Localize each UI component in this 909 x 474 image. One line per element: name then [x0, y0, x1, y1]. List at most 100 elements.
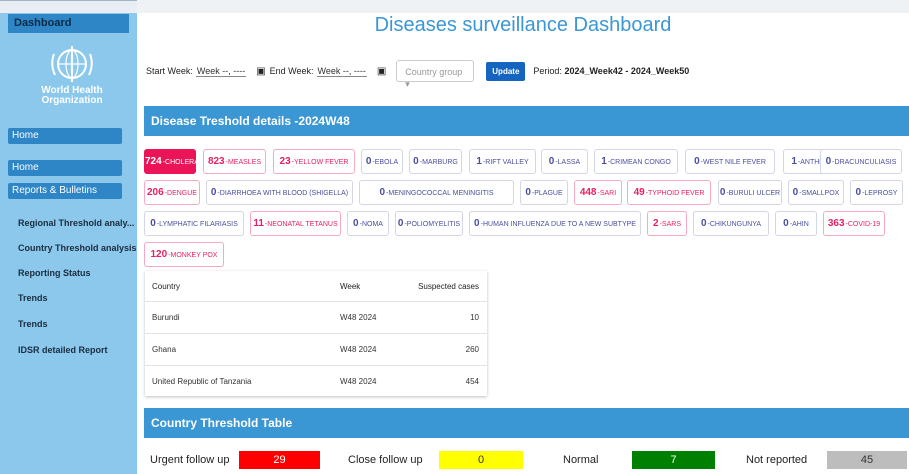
chip-count: 0	[855, 187, 862, 198]
end-week-input[interactable]: Week --, ----	[316, 66, 367, 77]
disease-chip-lymphatic-filariasis[interactable]: 0-LYMPHATIC FILARIASIS	[144, 211, 244, 236]
cell-week: W48 2024	[340, 377, 377, 386]
disease-threshold-header: Disease Treshold details -2024W48	[144, 106, 909, 136]
disease-chip-yellow-fever[interactable]: 23-YELLOW FEVER	[273, 149, 355, 174]
chip-count: 0	[379, 187, 386, 198]
sidebar-item-reporting-status[interactable]: Reporting Status	[18, 268, 91, 278]
chip-label: DIARRHOEA WITH BLOOD (SHIGELLA)	[219, 190, 349, 197]
sidebar-item-trends-2[interactable]: Trends	[18, 319, 48, 329]
period-label: Period:	[533, 66, 562, 76]
disease-chip-monkey-pox[interactable]: 120-MONKEY POX	[144, 242, 224, 267]
normal-count[interactable]: 7	[632, 451, 715, 469]
chip-count: 0	[397, 218, 404, 229]
table-row[interactable]: Ghana W48 2024 260	[145, 334, 487, 366]
chip-count: 0	[548, 156, 555, 167]
disease-chip-plague[interactable]: 0-PLAGUE	[520, 180, 568, 205]
calendar-icon[interactable]: ▣	[377, 66, 386, 77]
chip-label: AHIN	[792, 221, 809, 228]
cell-cases: 454	[465, 377, 479, 386]
chip-label: CRIMEAN CONGO	[610, 159, 671, 166]
disease-chip-typhoid-fever[interactable]: 49-TYPHOID FEVER	[627, 180, 711, 205]
chip-count: 1	[601, 156, 607, 167]
sidebar-item-home[interactable]: Home	[8, 160, 122, 176]
col-header-week: Week	[340, 282, 361, 291]
disease-chip-leprosy[interactable]: 0-LEPROSY	[850, 180, 903, 205]
period-value: 2024_Week42 - 2024_Week50	[564, 66, 690, 76]
cell-country: Ghana	[152, 345, 177, 354]
chip-label: SARS	[661, 221, 681, 228]
filter-bar: Start Week: Week --, ---- ▣ End Week: We…	[146, 60, 689, 89]
chip-count: 0	[783, 218, 789, 229]
chip-label: MEASLES	[227, 159, 262, 166]
end-week-label: End Week:	[269, 66, 314, 76]
table-row[interactable]: Burundi W48 2024 10	[145, 302, 487, 334]
disease-chip-crimean-congo[interactable]: 1-CRIMEAN CONGO	[594, 149, 678, 174]
disease-chip-sari[interactable]: 448-SARI	[574, 180, 622, 205]
disease-chip-dengue[interactable]: 206-DENGUE	[144, 180, 200, 205]
chip-count: 0	[365, 156, 372, 167]
close-count[interactable]: 0	[439, 451, 523, 469]
chip-count: 448	[579, 187, 597, 198]
chip-count: 0	[825, 156, 832, 167]
disease-chip-west-nile-fever[interactable]: 0-WEST NILE FEVER	[685, 149, 775, 174]
disease-chip-human-influenza-due-to-a-new-subtype[interactable]: 0-HUMAN INFLUENZA DUE TO A NEW SUBTYPE	[469, 211, 641, 236]
disease-chip-neonatal-tetanus[interactable]: 11-NEONATAL TETANUS	[250, 211, 341, 236]
table-row[interactable]: United Republic of Tanzania W48 2024 454	[145, 366, 487, 398]
country-group-select[interactable]: Country group ▾	[396, 60, 475, 89]
chip-count: 0	[700, 218, 707, 229]
disease-chip-meningococcal-meningitis[interactable]: 0-MENINGOCOCCAL MENINGITIS	[359, 180, 514, 205]
chip-label: DENGUE	[167, 190, 197, 197]
disease-chip-dracunculiasis[interactable]: 0-DRACUNCULIASIS	[820, 149, 902, 174]
chip-count: 1	[476, 156, 482, 167]
chip-label: NOMA	[361, 221, 383, 228]
chip-count: 724	[145, 156, 162, 167]
disease-chip-marburg[interactable]: 0-MARBURG	[409, 149, 462, 174]
period-display: Period: 2024_Week42 - 2024_Week50	[533, 66, 689, 76]
disease-chip-ebola[interactable]: 0-EBOLA	[361, 149, 403, 174]
cell-cases: 10	[470, 313, 479, 322]
chip-count: 0	[413, 156, 419, 167]
calendar-icon[interactable]: ▣	[256, 66, 265, 77]
sidebar-item-idsr-report[interactable]: IDSR detailed Report	[18, 345, 108, 355]
disease-chip-ahin[interactable]: 0-AHIN	[775, 211, 817, 236]
sidebar-item-trends[interactable]: Trends	[18, 293, 48, 303]
sidebar-item-country-threshold[interactable]: Country Threshold analysis	[18, 243, 137, 253]
chip-count: 823	[207, 156, 225, 167]
disease-chip-covid-19[interactable]: 363-COVID-19	[823, 211, 885, 236]
chip-label: WEST NILE FEVER	[703, 159, 766, 166]
cases-table: Country Week Suspected cases Burundi W48…	[145, 271, 487, 396]
chip-count: 0	[694, 156, 700, 167]
chip-count: 0	[210, 187, 217, 198]
start-week-label: Start Week:	[146, 66, 193, 76]
disease-chip-poliomyelitis[interactable]: 0-POLIOMYELITIS	[395, 211, 463, 236]
urgent-count[interactable]: 29	[239, 451, 320, 469]
chip-label: SARI	[599, 190, 617, 197]
disease-chip-cholera[interactable]: 724-CHOLERA	[144, 149, 199, 174]
sidebar-item-regional-threshold[interactable]: Regional Threshold analy...	[18, 218, 134, 228]
disease-chip-rift-valley[interactable]: 1-RIFT VALLEY	[469, 149, 536, 174]
disease-chip-noma[interactable]: 0-NOMA	[347, 211, 389, 236]
not-reported-label: Not reported	[746, 454, 808, 466]
chip-label: LEPROSY	[864, 190, 898, 197]
update-button[interactable]: Update	[486, 61, 526, 81]
chip-count: 0	[150, 218, 156, 229]
start-week-input[interactable]: Week --, ----	[195, 66, 247, 77]
disease-chip-smallpox[interactable]: 0-SMALLPOX	[788, 180, 844, 205]
disease-chip-measles[interactable]: 823-MEASLES	[203, 149, 266, 174]
country-threshold-header: Country Threshold Table	[144, 408, 909, 438]
disease-chip-diarrhoea-with-blood-shigella[interactable]: 0-DIARRHOEA WITH BLOOD (SHIGELLA)	[206, 180, 353, 205]
disease-chip-sars[interactable]: 2-SARS	[647, 211, 687, 236]
sidebar-item-reports-bulletins[interactable]: Reports & Bulletins	[8, 183, 122, 199]
disease-chip-buruli-ulcer[interactable]: 0-BURULI ULCER	[718, 180, 782, 205]
disease-chip-chikungunya[interactable]: 0-CHIKUNGUNYA	[693, 211, 769, 236]
page-title: Diseases surveillance Dashboard	[374, 14, 672, 36]
not-reported-count[interactable]: 45	[827, 451, 907, 469]
chip-label: BURULI ULCER	[728, 190, 781, 197]
urgent-label: Urgent follow up	[150, 454, 230, 466]
sidebar-header: Dashboard	[8, 14, 129, 33]
sidebar: Dashboard World Health Organization Home…	[0, 0, 137, 474]
disease-chip-lassa[interactable]: 0-LASSA	[541, 149, 588, 174]
home-button[interactable]: Home	[8, 128, 122, 144]
chip-label: POLIOMYELITIS	[406, 221, 461, 228]
chip-count: 363	[827, 218, 845, 229]
